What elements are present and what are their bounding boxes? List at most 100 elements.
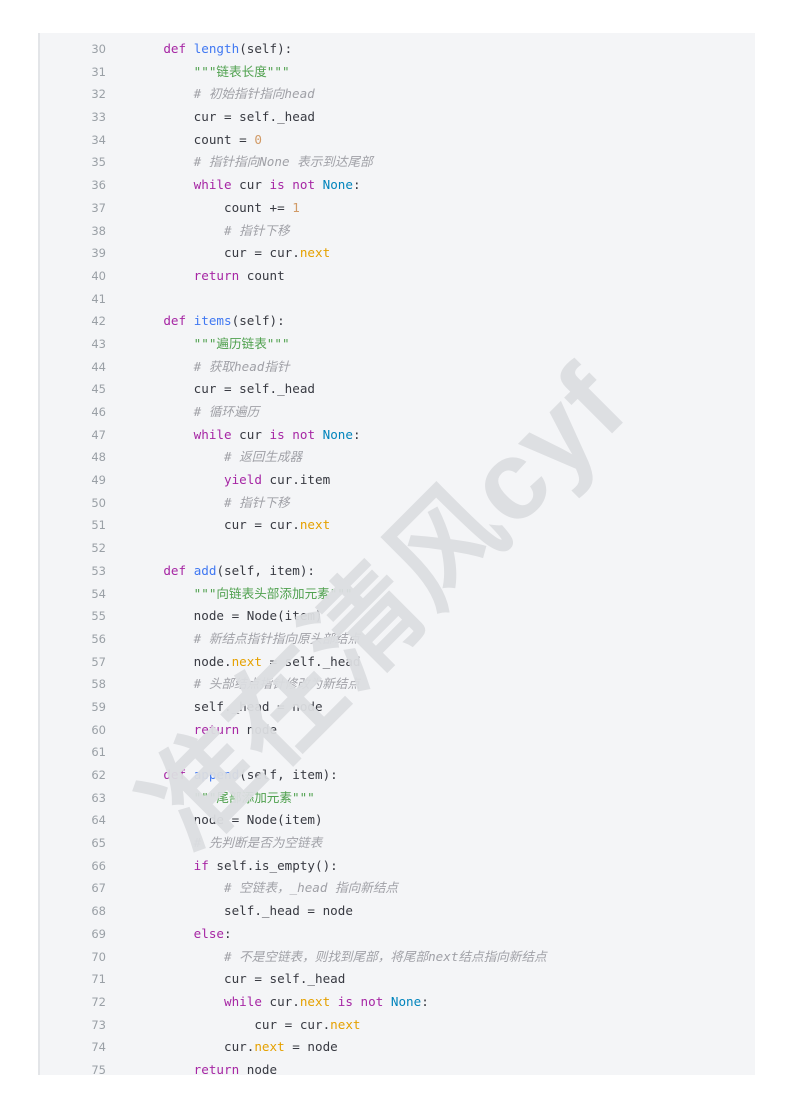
code-line: 32 # 初始指针指向head	[40, 83, 755, 106]
line-number: 66	[91, 858, 106, 873]
code-token-kw: while	[193, 177, 232, 193]
code-token-plain: cur	[231, 426, 270, 442]
code-token-plain: :	[224, 925, 232, 941]
line-number: 41	[91, 291, 106, 306]
code-token-cmt: # 新结点指针指向原头部结点	[193, 630, 360, 646]
line-number: 38	[91, 223, 106, 238]
code-token-attr: next	[254, 1039, 285, 1055]
code-token-plain: = self._head	[261, 653, 361, 669]
code-line-content: self._head = node	[106, 696, 323, 719]
code-line: 30 def length(self):	[40, 38, 755, 61]
code-token-plain: cur.item	[261, 472, 331, 488]
code-token-plain: (self):	[239, 41, 293, 56]
code-line-content: while cur is not None:	[106, 174, 361, 197]
line-number: 59	[91, 699, 106, 714]
code-line-content: cur = self._head	[106, 968, 345, 991]
code-token-kw: not	[292, 177, 316, 193]
line-number: 30	[91, 42, 106, 56]
line-number: 43	[91, 336, 106, 351]
code-line: 67 # 空链表，_head 指向新结点	[40, 877, 755, 900]
line-number: 31	[91, 64, 106, 79]
code-line-content: else:	[106, 923, 232, 946]
code-line: 66 if self.is_empty():	[40, 855, 755, 878]
line-number: 74	[91, 1040, 106, 1055]
code-token-fn: length	[193, 41, 240, 56]
code-token-plain: node.	[193, 653, 232, 669]
line-number: 37	[91, 200, 106, 215]
code-line-content: while cur.next is not None:	[106, 991, 429, 1014]
code-line-content: """遍历链表"""	[106, 333, 290, 356]
code-line-content: cur.next = node	[106, 1036, 338, 1059]
code-line-content: # 先判断是否为空链表	[106, 832, 323, 855]
code-token-plain: cur = cur.	[224, 517, 300, 533]
code-line-content: cur = self._head	[106, 106, 315, 129]
line-number: 72	[91, 994, 106, 1009]
code-token-attr: next	[299, 517, 331, 533]
code-block: 准在清风cyf 30 def length(self): 31 """链表长度""…	[38, 33, 755, 1075]
code-line: 59 self._head = node	[40, 696, 755, 719]
code-line: 61	[40, 741, 755, 764]
line-number: 49	[91, 473, 106, 488]
code-line: 53 def add(self, item):	[40, 560, 755, 583]
code-line: 60 return node	[40, 719, 755, 742]
code-line-content: if self.is_empty():	[106, 855, 338, 878]
code-token-bi: None	[322, 426, 353, 442]
code-line: 41	[40, 288, 755, 311]
code-token-kw: while	[193, 426, 232, 442]
code-token-kw: while	[224, 993, 262, 1009]
code-token-cmt: # 指针下移	[224, 222, 290, 238]
code-line-content: while cur is not None:	[106, 424, 361, 447]
code-line-content: count = 0	[106, 129, 262, 152]
code-token-kw: def	[163, 41, 187, 56]
line-number: 33	[91, 110, 106, 125]
code-token-plain: cur	[231, 177, 270, 193]
code-token-kw: return	[193, 267, 240, 283]
code-line-content: node = Node(item)	[106, 605, 323, 628]
code-line: 46 # 循环遍历	[40, 401, 755, 424]
code-line: 58 # 头部结点指针修改为新结点	[40, 673, 755, 696]
line-number: 57	[91, 654, 106, 669]
code-token-plain: cur = cur.	[224, 245, 300, 261]
code-token-plain: (self, item):	[239, 767, 338, 782]
code-token-plain: (self):	[231, 313, 285, 329]
code-line: 65 # 先判断是否为空链表	[40, 832, 755, 855]
code-line: 48 # 返回生成器	[40, 446, 755, 469]
code-line-content: def length(self):	[106, 38, 292, 61]
code-line-content: # 不是空链表，则找到尾部，将尾部next结点指向新结点	[106, 946, 547, 969]
code-token-plain: cur = cur.	[254, 1016, 331, 1032]
code-token-kw: not	[360, 993, 384, 1009]
code-token-cmt: # 指针下移	[224, 494, 290, 510]
code-line: 68 self._head = node	[40, 900, 755, 923]
code-token-bi: None	[322, 177, 353, 193]
code-line-content: cur = cur.next	[106, 1014, 360, 1037]
code-line-content: # 获取head指针	[106, 356, 290, 379]
code-token-cmt: # 循环遍历	[193, 404, 260, 419]
line-number: 53	[91, 563, 106, 578]
code-token-plain: cur = self._head	[193, 109, 315, 125]
code-line-content: """链表长度"""	[106, 61, 290, 84]
code-line: 45 cur = self._head	[40, 378, 755, 401]
code-token-plain: node = Node(item)	[193, 812, 323, 828]
line-number: 60	[91, 722, 106, 737]
